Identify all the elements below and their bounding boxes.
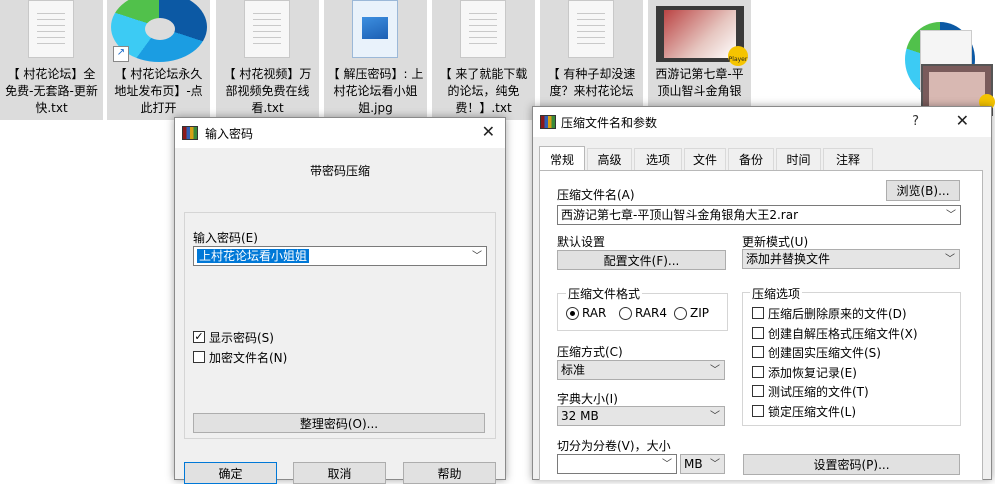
dictionary-size-select[interactable]: 32 MB ﹀ (557, 406, 725, 426)
text-file-icon (244, 0, 290, 58)
desktop-file-label: 【 村花视频】万部视频免费在线看.txt (223, 67, 312, 115)
edge-shortcut-icon: ↗ (111, 0, 207, 62)
desktop-file-label: 【 有种子却没速度？来村花论坛 (547, 67, 636, 98)
password-dialog: 输入密码 ✕ 带密码压缩 输入密码(E) 上村花论坛看小姐姐 ﹀ ✓ 显示密码(… (174, 117, 506, 484)
password-input[interactable]: 上村花论坛看小姐姐 ﹀ (193, 246, 487, 266)
archive-options-label: 压缩选项 (750, 285, 803, 302)
close-icon[interactable]: ✕ (956, 111, 969, 130)
chevron-down-icon[interactable]: ﹀ (946, 207, 956, 225)
show-password-checkbox[interactable]: ✓ (193, 331, 205, 343)
password-value: 上村花论坛看小姐姐 (197, 249, 310, 263)
password-label: 输入密码(E) (193, 231, 258, 245)
archive-option-checkbox[interactable] (752, 307, 764, 319)
player-badge-icon: Player (728, 46, 748, 66)
password-heading: 带密码压缩 (309, 164, 370, 178)
text-file-icon (28, 0, 74, 58)
desktop-file-label: 【 村花论坛永久地址发布页】-点此打开 (114, 67, 203, 115)
password-dialog-title: 输入密码 (205, 127, 254, 141)
desktop-file[interactable]: Player 西游记第七章-平顶山智斗金角银 (648, 0, 751, 120)
desktop-file[interactable]: 【 有种子却没速度？来村花论坛 (540, 0, 643, 120)
ok-button[interactable]: 确定 (184, 462, 277, 484)
chevron-down-icon[interactable]: ﹀ (710, 456, 720, 474)
desktop-file-label: 【 来了就能下载的论坛，纯免费！】.txt (439, 67, 528, 115)
format-radio-label: RAR (582, 306, 607, 320)
archive-tab[interactable]: 时间 (776, 148, 821, 170)
archive-tab[interactable]: 高级 (587, 148, 632, 170)
archive-tab[interactable]: 常规 (539, 146, 585, 171)
format-radio-label: RAR4 (635, 306, 668, 320)
archive-format-label: 压缩文件格式 (566, 285, 643, 302)
desktop-file-label: 西游记第七章-平顶山智斗金角银 (655, 67, 744, 98)
archive-dialog-title: 压缩文件名和参数 (561, 116, 658, 130)
browse-button[interactable]: 浏览(B)... (886, 180, 960, 201)
desktop-file[interactable]: 【 来了就能下载的论坛，纯免费！】.txt (432, 0, 535, 120)
text-file-icon (568, 0, 614, 58)
chevron-down-icon[interactable]: ﹀ (945, 251, 955, 269)
archive-option-label: 测试压缩的文件(T) (768, 385, 869, 399)
archive-tab[interactable]: 选项 (634, 148, 682, 170)
help-button[interactable]: 帮助 (403, 462, 496, 484)
archive-dialog-titlebar[interactable]: 压缩文件名和参数 ? ✕ (533, 107, 991, 137)
chevron-down-icon[interactable]: ﹀ (662, 456, 672, 474)
format-radio[interactable] (674, 307, 687, 320)
text-file-icon (460, 0, 506, 58)
archive-name-input[interactable]: 西游记第七章-平顶山智斗金角银角大王2.rar ﹀ (557, 205, 961, 225)
set-password-button[interactable]: 设置密码(P)... (743, 454, 960, 475)
archive-name-value: 西游记第七章-平顶山智斗金角银角大王2.rar (561, 208, 799, 222)
winrar-icon (540, 115, 556, 129)
default-settings-label: 默认设置 (557, 235, 606, 249)
winrar-icon (182, 126, 198, 140)
encrypt-filenames-label: 加密文件名(N) (209, 351, 288, 365)
archive-tab[interactable]: 文件 (684, 148, 726, 170)
desktop-file-label: 【 解压密码】: 上村花论坛看小姐姐.jpg (327, 67, 424, 115)
archive-option-checkbox[interactable] (752, 346, 764, 358)
organize-passwords-button[interactable]: 整理密码(O)... (193, 413, 485, 433)
show-password-label: 显示密码(S) (209, 331, 274, 345)
desktop-file[interactable]: 【 村花论坛】全免费-无套路-更新快.txt (0, 0, 103, 120)
split-unit-select[interactable]: MB ﹀ (680, 454, 725, 474)
split-unit-value: MB (684, 457, 703, 471)
chevron-down-icon[interactable]: ﹀ (472, 248, 482, 266)
archive-option-checkbox[interactable] (752, 365, 764, 378)
desktop-file-label: 【 村花论坛】全免费-无套路-更新快.txt (5, 67, 98, 115)
chevron-down-icon[interactable]: ﹀ (710, 408, 720, 426)
image-file-icon (352, 0, 398, 58)
format-radio[interactable] (619, 307, 632, 320)
split-volumes-label: 切分为分卷(V)，大小 (557, 439, 671, 453)
password-dialog-titlebar[interactable]: 输入密码 ✕ (175, 118, 505, 148)
profiles-button[interactable]: 配置文件(F)... (557, 250, 726, 270)
format-radio[interactable] (566, 307, 579, 320)
update-mode-select[interactable]: 添加并替换文件 ﹀ (742, 249, 960, 269)
chevron-down-icon[interactable]: ﹀ (710, 362, 720, 380)
archive-option-checkbox[interactable] (752, 385, 764, 397)
encrypt-filenames-checkbox[interactable] (193, 351, 205, 363)
help-question-icon[interactable]: ? (912, 114, 919, 129)
cancel-button[interactable]: 取消 (293, 462, 386, 484)
compression-method-select[interactable]: 标准 ﹀ (557, 360, 725, 380)
update-mode-value: 添加并替换文件 (746, 252, 831, 266)
desktop-file[interactable]: ↗ 【 村花论坛永久地址发布页】-点此打开 (107, 0, 210, 120)
dictionary-size-value: 32 MB (561, 409, 599, 423)
archive-option-label: 创建自解压格式压缩文件(X) (768, 326, 918, 341)
update-mode-label: 更新模式(U) (742, 235, 809, 249)
video-file-icon: Player (656, 6, 748, 66)
desktop-file[interactable]: 【 村花视频】万部视频免费在线看.txt (216, 0, 319, 120)
split-size-input[interactable]: ﹀ (557, 454, 677, 474)
archive-option-label: 压缩后删除原来的文件(D) (768, 307, 907, 321)
archive-option-label: 添加恢复记录(E) (768, 365, 857, 380)
shortcut-arrow-icon: ↗ (113, 46, 129, 62)
archive-tab[interactable]: 备份 (728, 148, 774, 170)
archive-name-label: 压缩文件名(A) (557, 188, 635, 202)
archive-option-checkbox[interactable] (752, 326, 764, 339)
archive-option-checkbox[interactable] (752, 404, 764, 417)
format-radio-label: ZIP (690, 306, 709, 320)
archive-option-label: 锁定压缩文件(L) (768, 404, 857, 419)
archive-option-label: 创建固实压缩文件(S) (768, 346, 881, 360)
compression-method-label: 压缩方式(C) (557, 345, 623, 359)
dictionary-size-label: 字典大小(I) (557, 392, 618, 406)
close-icon[interactable]: ✕ (482, 122, 495, 141)
archive-tab[interactable]: 注释 (823, 148, 873, 170)
desktop-file[interactable]: 【 解压密码】: 上村花论坛看小姐姐.jpg (324, 0, 427, 120)
compression-method-value: 标准 (561, 363, 586, 377)
